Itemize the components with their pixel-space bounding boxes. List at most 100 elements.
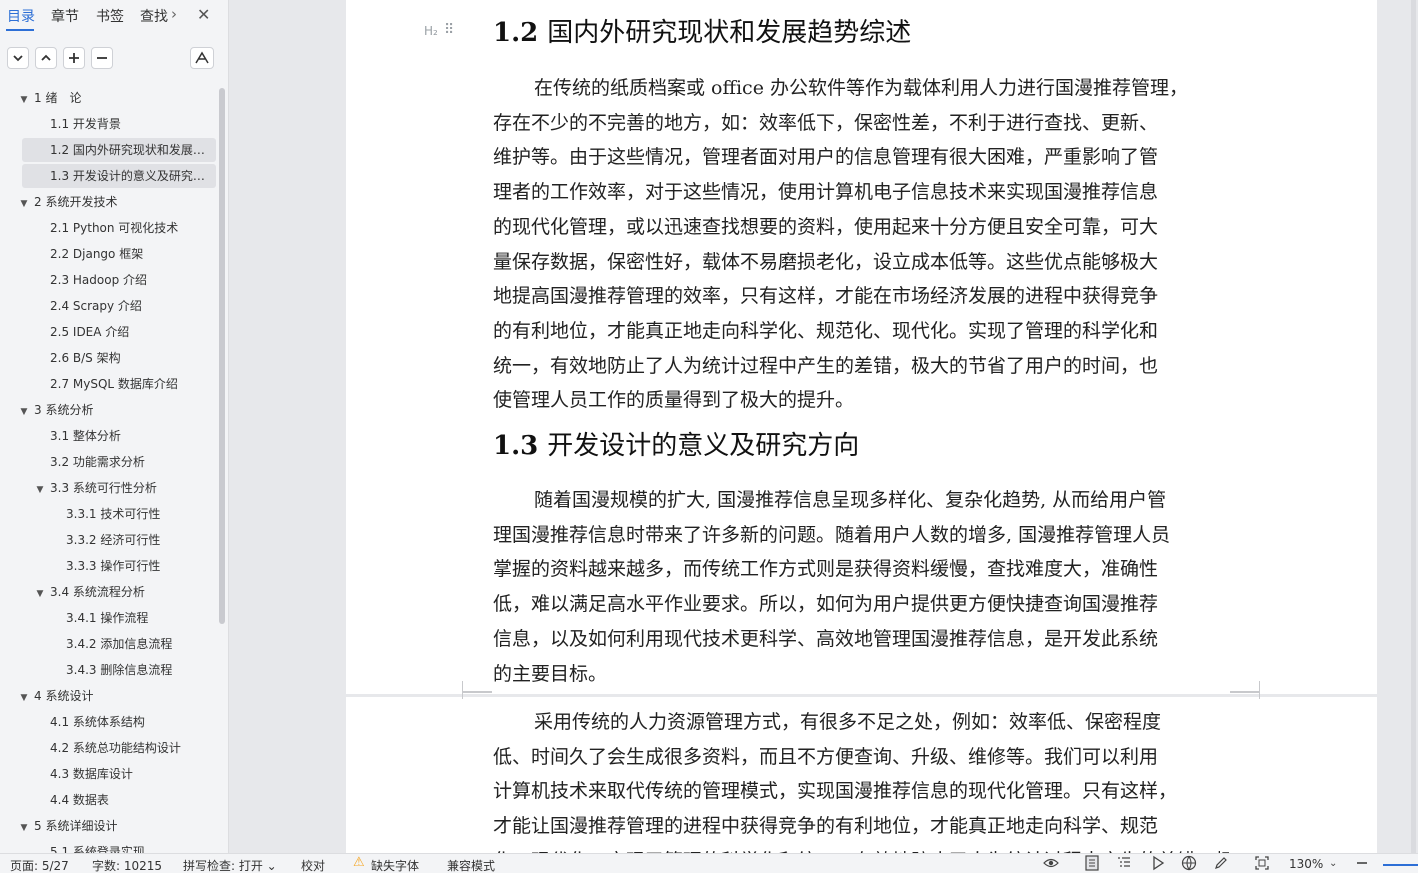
drag-handle-icon[interactable]: ⠿	[444, 22, 454, 38]
tab-toc[interactable]: 目录	[7, 6, 35, 26]
chevron-down-icon[interactable]: ▼	[18, 400, 30, 424]
close-icon[interactable]: ✕	[197, 5, 210, 24]
toc-item[interactable]: 4.1 系统体系结构	[50, 710, 145, 734]
paragraph-line: 统一，有效地防止了人为统计过程中产生的差错，极大的节省了用户的时间，也	[493, 354, 1159, 377]
paragraph-line: 维护等。由于这些情况，管理者面对用户的信息管理有很大困难，严重影响了管	[493, 146, 1159, 169]
toc-item-label: 3.4.3 删除信息流程	[66, 663, 173, 677]
toc-item[interactable]: 2.4 Scrapy 介绍	[50, 294, 142, 318]
toc-item-label: 3.1 整体分析	[50, 429, 121, 443]
toc-item-label: 3.2 功能需求分析	[50, 455, 145, 469]
toc-item-label: 3.4.2 添加信息流程	[66, 637, 173, 651]
toc-item-label: 1.2 国内外研究现状和发展…	[50, 143, 205, 157]
paragraph-line: 低、时间久了会生成很多资料，而且不方便查询、升级、维修等。我们可以利用	[493, 745, 1159, 768]
zoom-out-icon[interactable]	[1355, 855, 1369, 873]
toc-item[interactable]: ▼ 3.3 系统可行性分析	[34, 476, 157, 500]
page-indicator[interactable]: 页面: 5/27	[10, 857, 69, 873]
page-view-icon[interactable]	[1084, 855, 1100, 873]
expand-all-icon[interactable]	[7, 47, 29, 69]
document-scrollbar[interactable]	[1411, 0, 1416, 853]
play-icon[interactable]	[1150, 855, 1166, 873]
toc-item-label: 2.4 Scrapy 介绍	[50, 299, 142, 313]
toc-item-label: 4.2 系统总功能结构设计	[50, 741, 181, 755]
toc-item[interactable]: 3.4.3 删除信息流程	[66, 658, 172, 682]
chevron-down-icon[interactable]: ▼	[18, 192, 30, 216]
toc-item-label: 3.4.1 操作流程	[66, 611, 149, 625]
toc-item[interactable]: 2.7 MySQL 数据库介绍	[50, 372, 178, 396]
toc-item[interactable]: 2.2 Django 框架	[50, 242, 143, 266]
heading-level-marker[interactable]: H₂	[424, 24, 438, 38]
toc-toolbar	[0, 44, 228, 74]
toc-item[interactable]: ▼ 1 绪 论	[18, 86, 82, 112]
toc-item[interactable]: 2.1 Python 可视化技术	[50, 216, 178, 240]
navigation-tabs: 目录 章节 书签 查找 › ✕	[0, 0, 228, 34]
eye-icon[interactable]	[1043, 855, 1059, 873]
paragraph-1-2[interactable]: 在传统的纸质档案或 office 办公软件等作为载体利用人力进行国漫推荐管理， 存…	[493, 71, 1229, 418]
toc-item-label: 5 系统详细设计	[34, 819, 118, 833]
toc-item[interactable]: 3.3.1 技术可行性	[66, 502, 160, 526]
zoom-level[interactable]: 130%	[1289, 857, 1323, 871]
toc-item[interactable]: 2.5 IDEA 介绍	[50, 320, 129, 344]
toc-item[interactable]: 1.3 开发设计的意义及研究…	[22, 164, 216, 188]
word-count[interactable]: 字数: 10215	[92, 857, 162, 873]
toc-item[interactable]: 4.2 系统总功能结构设计	[50, 736, 181, 760]
fullscreen-icon[interactable]	[1254, 855, 1270, 873]
spellcheck-toggle[interactable]: 拼写检查: 打开 ⌄	[183, 857, 277, 873]
sidebar-scrollbar[interactable]	[219, 88, 225, 624]
chevron-down-icon[interactable]: ▼	[18, 816, 30, 840]
toc-item[interactable]: 3.3.2 经济可行性	[66, 528, 160, 552]
toc-item-label: 3.3.3 操作可行性	[66, 559, 161, 573]
toc-item[interactable]: 1.2 国内外研究现状和发展…	[22, 138, 216, 162]
collapse-all-icon[interactable]	[35, 47, 57, 69]
paragraph-line: 才能让国漫推荐管理的进程中获得竞争的有利地位，才能真正地走向科学、规范	[493, 815, 1159, 838]
toc-item[interactable]: 3.2 功能需求分析	[50, 450, 145, 474]
toc-item[interactable]: ▼ 4 系统设计	[18, 684, 94, 710]
tab-bookmarks[interactable]: 书签	[96, 6, 124, 26]
toc-item[interactable]: 3.1 整体分析	[50, 424, 121, 448]
warning-icon: ⚠	[353, 855, 365, 870]
chevron-down-icon[interactable]: ▼	[18, 88, 30, 112]
chevron-right-icon[interactable]: ›	[171, 5, 177, 23]
proofread-button[interactable]: 校对	[301, 857, 325, 873]
chevron-down-icon[interactable]: ▼	[34, 582, 46, 606]
missing-font-button[interactable]: 缺失字体	[371, 857, 419, 873]
pen-icon[interactable]	[1213, 855, 1229, 873]
toc-item[interactable]: 5.1 系统登录实现	[50, 840, 145, 853]
tab-find[interactable]: 查找	[140, 6, 168, 26]
compat-mode-label: 兼容模式	[447, 859, 496, 873]
page-corner-mark	[462, 691, 492, 699]
chevron-down-icon[interactable]: ▼	[34, 478, 46, 502]
paragraph-page2[interactable]: 采用传统的人力资源管理方式，有很多不足之处，例如：效率低、保密程度 低、时间久了会…	[493, 705, 1229, 853]
toc-item-label: 2.6 B/S 架构	[50, 351, 121, 365]
paragraph-line: 化、现代化。实现了管理的科学化和统一，有效地防止了人为统计过程中产生的差错，极大…	[493, 844, 1229, 853]
toc-item[interactable]: ▼ 3.4 系统流程分析	[34, 580, 145, 604]
toc-item[interactable]: 3.3.3 操作可行性	[66, 554, 160, 578]
toc-item-label: 3.4 系统流程分析	[50, 585, 145, 599]
paragraph-line: 在传统的纸质档案或 office 办公软件等作为载体利用人力进行国漫推荐管理，	[534, 77, 1188, 99]
toc-item[interactable]: 3.4.2 添加信息流程	[66, 632, 172, 656]
outline-view-icon[interactable]	[1116, 855, 1132, 873]
tab-chapters[interactable]: 章节	[51, 6, 79, 26]
toc-item[interactable]: ▼ 3 系统分析	[18, 398, 94, 424]
minus-icon[interactable]	[91, 47, 113, 69]
web-view-icon[interactable]	[1181, 855, 1197, 873]
toc-item[interactable]: 4.3 数据库设计	[50, 762, 133, 786]
zoom-slider[interactable]	[1383, 864, 1418, 866]
toc-item[interactable]: 4.4 数据表	[50, 788, 109, 812]
chevron-down-icon[interactable]: ⌄	[1329, 858, 1337, 869]
toc-item[interactable]: 3.4.1 操作流程	[66, 606, 148, 630]
outline-settings-icon[interactable]	[190, 47, 214, 69]
section-heading-1-3: 1.3 开发设计的意义及研究方向	[493, 425, 859, 462]
toc-item[interactable]: 1.1 开发背景	[50, 112, 121, 136]
toc-item-label: 4.4 数据表	[50, 793, 109, 807]
toc-item[interactable]: ▼ 2 系统开发技术	[18, 190, 118, 216]
paragraph-line: 存在不少的不完善的地方，如：效率低下，保密性差，不利于进行查找、更新、	[493, 111, 1159, 134]
toc-item[interactable]: 2.6 B/S 架构	[50, 346, 121, 370]
paragraph-line: 量保存数据，保密性好，载体不易磨损老化，设立成本低等。这些优点能够极大	[493, 250, 1159, 273]
toc-item-label: 2 系统开发技术	[34, 195, 118, 209]
chevron-down-icon[interactable]: ▼	[18, 686, 30, 710]
toc-item[interactable]: 2.3 Hadoop 介绍	[50, 268, 147, 292]
toc-item[interactable]: ▼ 5 系统详细设计	[18, 814, 118, 840]
toc-item-label: 2.1 Python 可视化技术	[50, 221, 179, 235]
plus-icon[interactable]	[63, 47, 85, 69]
paragraph-1-3[interactable]: 随着国漫规模的扩大, 国漫推荐信息呈现多样化、复杂化趋势, 从而给用户管 理国漫推…	[493, 483, 1229, 691]
